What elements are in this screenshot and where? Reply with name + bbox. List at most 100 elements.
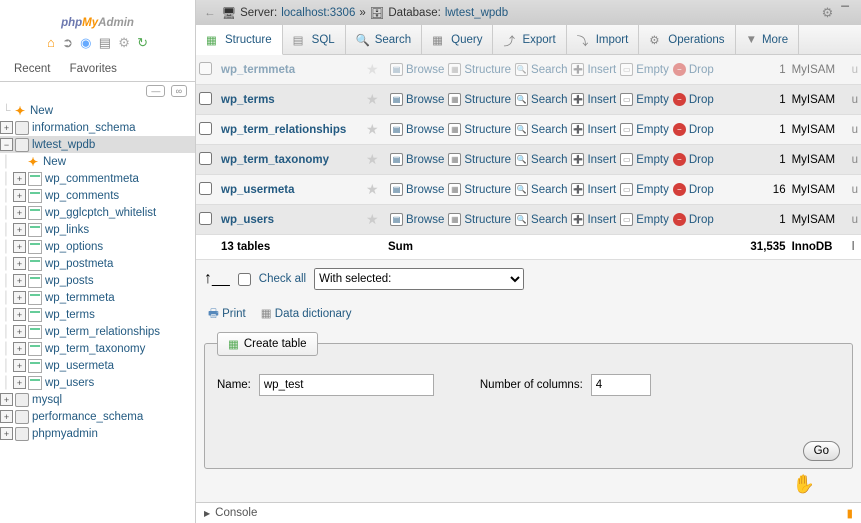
tree-table-wp_comments[interactable]: │+wp_comments	[0, 187, 195, 204]
row-checkbox[interactable]	[199, 212, 212, 225]
expand-icon[interactable]: +	[13, 376, 26, 389]
docs-icon[interactable]: ◉	[80, 35, 91, 51]
favorite-icon[interactable]: ★	[366, 181, 379, 197]
tab-query[interactable]: ▦Query	[422, 25, 493, 54]
favorite-icon[interactable]: ★	[366, 61, 379, 77]
recent-tab[interactable]: Recent	[6, 60, 58, 78]
insert-link[interactable]: ➕Insert	[571, 183, 616, 196]
structure-link[interactable]: ▦Structure	[448, 213, 511, 226]
row-checkbox[interactable]	[199, 182, 212, 195]
expand-icon[interactable]: +	[0, 121, 13, 134]
expand-icon[interactable]: +	[13, 274, 26, 287]
tree-db-lwtest_wpdb[interactable]: −lwtest_wpdb	[0, 136, 195, 153]
nav-left-icon[interactable]: ←	[204, 7, 216, 19]
favorite-icon[interactable]: ★	[366, 91, 379, 107]
table-name-link[interactable]: wp_terms	[221, 94, 275, 106]
print-link[interactable]: 🖶 Print	[208, 306, 246, 325]
drop-link[interactable]: −Drop	[673, 213, 714, 226]
expand-icon[interactable]: +	[13, 308, 26, 321]
expand-icon[interactable]: +	[13, 342, 26, 355]
page-toggle-icon[interactable]: ▔	[841, 7, 849, 18]
expand-icon[interactable]: +	[0, 393, 13, 406]
expand-icon[interactable]: +	[13, 257, 26, 270]
tree-table-wp_postmeta[interactable]: │+wp_postmeta	[0, 255, 195, 272]
tab-structure[interactable]: ▦Structure	[196, 25, 283, 55]
data-dictionary-link[interactable]: ▦ Data dictionary	[261, 306, 352, 325]
favorite-icon[interactable]: ★	[366, 151, 379, 167]
console-bar[interactable]: ▶ Console ▮	[196, 502, 861, 523]
search-link[interactable]: 🔍Search	[515, 123, 567, 136]
browse-link[interactable]: ▤Browse	[390, 93, 444, 106]
empty-link[interactable]: ▭Empty	[620, 183, 669, 196]
insert-link[interactable]: ➕Insert	[571, 123, 616, 136]
tree-table-wp_term_taxonomy[interactable]: │+wp_term_taxonomy	[0, 340, 195, 357]
structure-link[interactable]: ▦Structure	[448, 123, 511, 136]
check-all-link[interactable]: Check all	[259, 273, 306, 285]
tree-table-wp_options[interactable]: │+wp_options	[0, 238, 195, 255]
tree-table-wp_users[interactable]: │+wp_users	[0, 374, 195, 391]
insert-link[interactable]: ➕Insert	[571, 153, 616, 166]
tree-table-wp_termmeta[interactable]: │+wp_termmeta	[0, 289, 195, 306]
empty-link[interactable]: ▭Empty	[620, 63, 669, 76]
insert-link[interactable]: ➕Insert	[571, 213, 616, 226]
row-checkbox[interactable]	[199, 152, 212, 165]
favorite-icon[interactable]: ★	[366, 121, 379, 137]
expand-icon[interactable]: +	[13, 189, 26, 202]
page-settings-icon[interactable]: ⚙	[822, 5, 834, 21]
reload-icon[interactable]: ↻	[137, 35, 148, 51]
insert-link[interactable]: ➕Insert	[571, 93, 616, 106]
table-name-link[interactable]: wp_term_taxonomy	[221, 154, 329, 166]
search-link[interactable]: 🔍Search	[515, 63, 567, 76]
table-name-input[interactable]	[259, 374, 434, 396]
tree-table-wp_links[interactable]: │+wp_links	[0, 221, 195, 238]
expand-icon[interactable]: +	[13, 291, 26, 304]
expand-icon[interactable]: +	[0, 410, 13, 423]
structure-link[interactable]: ▦Structure	[448, 93, 511, 106]
tree-table-wp_term_relationships[interactable]: │+wp_term_relationships	[0, 323, 195, 340]
tree-db-information_schema[interactable]: +information_schema	[0, 119, 195, 136]
search-link[interactable]: 🔍Search	[515, 93, 567, 106]
row-checkbox[interactable]	[199, 62, 212, 75]
database-link[interactable]: lwtest_wpdb	[445, 7, 508, 19]
table-name-link[interactable]: wp_termmeta	[221, 64, 295, 76]
sql-icon[interactable]: ▤	[99, 35, 111, 51]
structure-link[interactable]: ▦Structure	[448, 153, 511, 166]
drop-link[interactable]: −Drop	[673, 123, 714, 136]
row-checkbox[interactable]	[199, 122, 212, 135]
tree-db-performance_schema[interactable]: +performance_schema	[0, 408, 195, 425]
expand-button[interactable]: ∞	[171, 85, 187, 97]
browse-link[interactable]: ▤Browse	[390, 63, 444, 76]
tree-table-wp_commentmeta[interactable]: │+wp_commentmeta	[0, 170, 195, 187]
drop-link[interactable]: −Drop	[673, 183, 714, 196]
favorites-tab[interactable]: Favorites	[62, 60, 125, 78]
search-link[interactable]: 🔍Search	[515, 213, 567, 226]
exit-icon[interactable]: ➲	[62, 35, 73, 51]
tree-db-phpmyadmin[interactable]: +phpmyadmin	[0, 425, 195, 442]
insert-link[interactable]: ➕Insert	[571, 63, 616, 76]
drop-link[interactable]: −Drop	[673, 63, 714, 76]
empty-link[interactable]: ▭Empty	[620, 123, 669, 136]
drop-link[interactable]: −Drop	[673, 153, 714, 166]
go-button[interactable]: Go	[803, 441, 840, 461]
tab-sql[interactable]: ▤SQL	[283, 25, 346, 54]
tree-table-wp_usermeta[interactable]: │+wp_usermeta	[0, 357, 195, 374]
expand-icon[interactable]: +	[13, 359, 26, 372]
expand-icon[interactable]: −	[0, 138, 13, 151]
search-link[interactable]: 🔍Search	[515, 183, 567, 196]
empty-link[interactable]: ▭Empty	[620, 213, 669, 226]
expand-icon[interactable]: +	[13, 240, 26, 253]
with-selected-dropdown[interactable]: With selected:	[314, 268, 524, 290]
browse-link[interactable]: ▤Browse	[390, 183, 444, 196]
tab-more[interactable]: ▼More	[736, 25, 800, 54]
collapse-button[interactable]: —	[146, 85, 165, 97]
table-name-link[interactable]: wp_term_relationships	[221, 124, 346, 136]
browse-link[interactable]: ▤Browse	[390, 123, 444, 136]
tab-search[interactable]: 🔍Search	[346, 25, 422, 54]
favorite-icon[interactable]: ★	[366, 211, 379, 227]
drop-link[interactable]: −Drop	[673, 93, 714, 106]
browse-link[interactable]: ▤Browse	[390, 213, 444, 226]
tab-export[interactable]: ⤴Export	[493, 25, 566, 54]
tree-table-wp_posts[interactable]: │+wp_posts	[0, 272, 195, 289]
tab-operations[interactable]: ⚙Operations	[639, 25, 735, 54]
expand-icon[interactable]: +	[13, 325, 26, 338]
